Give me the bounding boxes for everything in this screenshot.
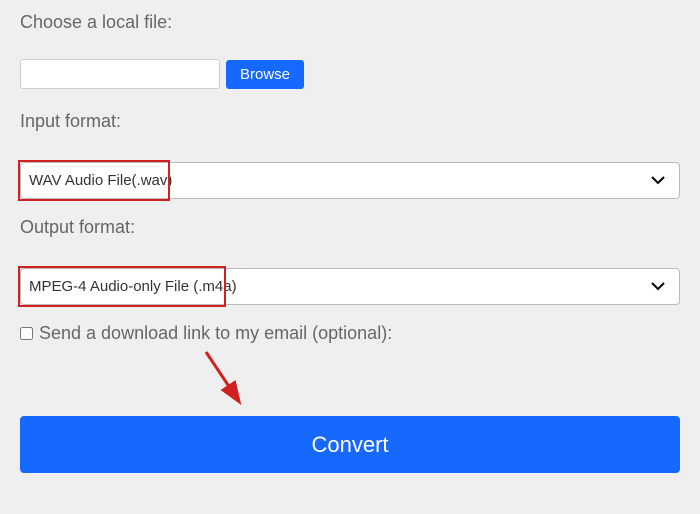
input-format-select[interactable]: WAV Audio File(.wav) — [20, 162, 680, 199]
email-checkbox-label: Send a download link to my email (option… — [39, 323, 392, 344]
chevron-down-icon — [651, 176, 665, 185]
output-format-value: MPEG-4 Audio-only File (.m4a) — [29, 278, 237, 295]
output-format-select-row: MPEG-4 Audio-only File (.m4a) — [20, 268, 680, 305]
chevron-down-icon — [651, 282, 665, 291]
email-checkbox[interactable] — [20, 327, 33, 340]
choose-file-label: Choose a local file: — [20, 12, 680, 33]
input-format-select-row: WAV Audio File(.wav) — [20, 162, 680, 199]
file-input[interactable] — [20, 59, 220, 89]
output-format-select[interactable]: MPEG-4 Audio-only File (.m4a) — [20, 268, 680, 305]
annotation-arrow-icon — [196, 344, 256, 414]
browse-button[interactable]: Browse — [226, 60, 304, 89]
email-checkbox-row: Send a download link to my email (option… — [20, 323, 680, 344]
convert-button[interactable]: Convert — [20, 416, 680, 473]
input-format-value: WAV Audio File(.wav) — [29, 172, 172, 189]
input-format-label: Input format: — [20, 111, 680, 132]
output-format-label: Output format: — [20, 217, 680, 238]
annotation-arrow-wrap — [20, 354, 680, 416]
file-input-row: Browse — [20, 59, 680, 89]
